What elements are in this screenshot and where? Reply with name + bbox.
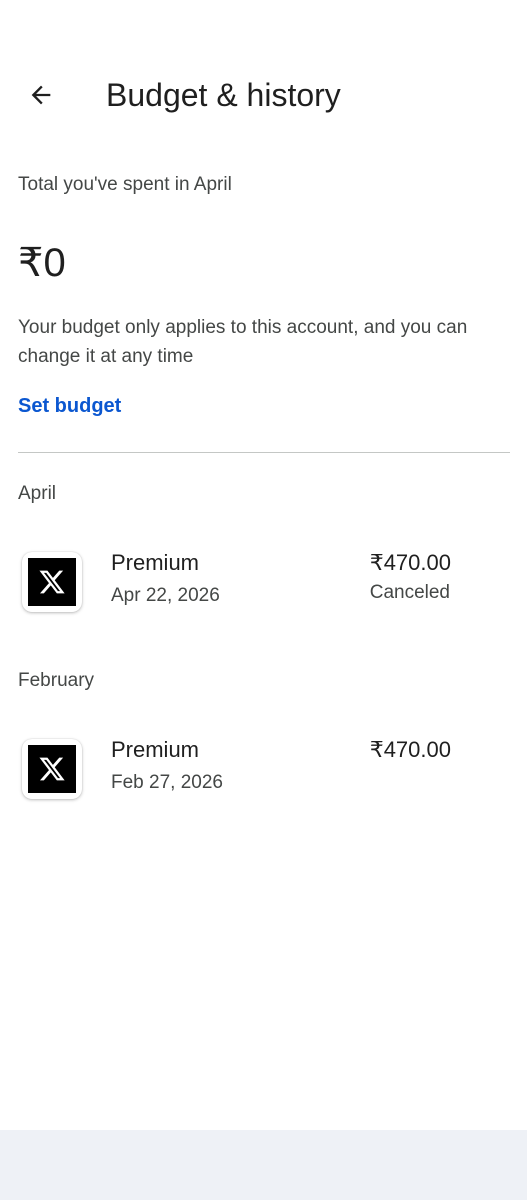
item-title: Premium <box>111 550 200 575</box>
set-budget-button[interactable]: Set budget <box>18 392 121 420</box>
item-date: Apr 22, 2026 <box>111 585 220 606</box>
item-title: Premium <box>111 737 200 762</box>
page-title: Budget & history <box>106 77 341 113</box>
section-header-february: February <box>18 670 95 691</box>
section-header-april: April <box>18 483 57 504</box>
spent-label: Total you've spent in April <box>18 174 232 195</box>
item-price: ₹470.00 <box>369 550 451 575</box>
arrow-back-icon <box>31 85 51 105</box>
back-button[interactable] <box>16 70 66 120</box>
app-bar: Budget & history <box>0 0 527 150</box>
x-app-icon <box>22 739 82 799</box>
item-price: ₹470.00 <box>369 737 451 762</box>
x-app-icon <box>22 552 82 612</box>
divider <box>18 452 510 453</box>
item-status: Canceled <box>369 582 450 603</box>
history-item[interactable]: Premium Apr 22, 2026 ₹470.00 Canceled <box>0 550 527 632</box>
total-spent-amount: ₹0 <box>18 241 66 285</box>
history-item[interactable]: Premium Feb 27, 2026 ₹470.00 <box>0 737 527 819</box>
system-navigation-bar <box>0 1130 527 1200</box>
item-date: Feb 27, 2026 <box>111 772 223 793</box>
budget-note: Your budget only applies to this account… <box>18 317 468 367</box>
